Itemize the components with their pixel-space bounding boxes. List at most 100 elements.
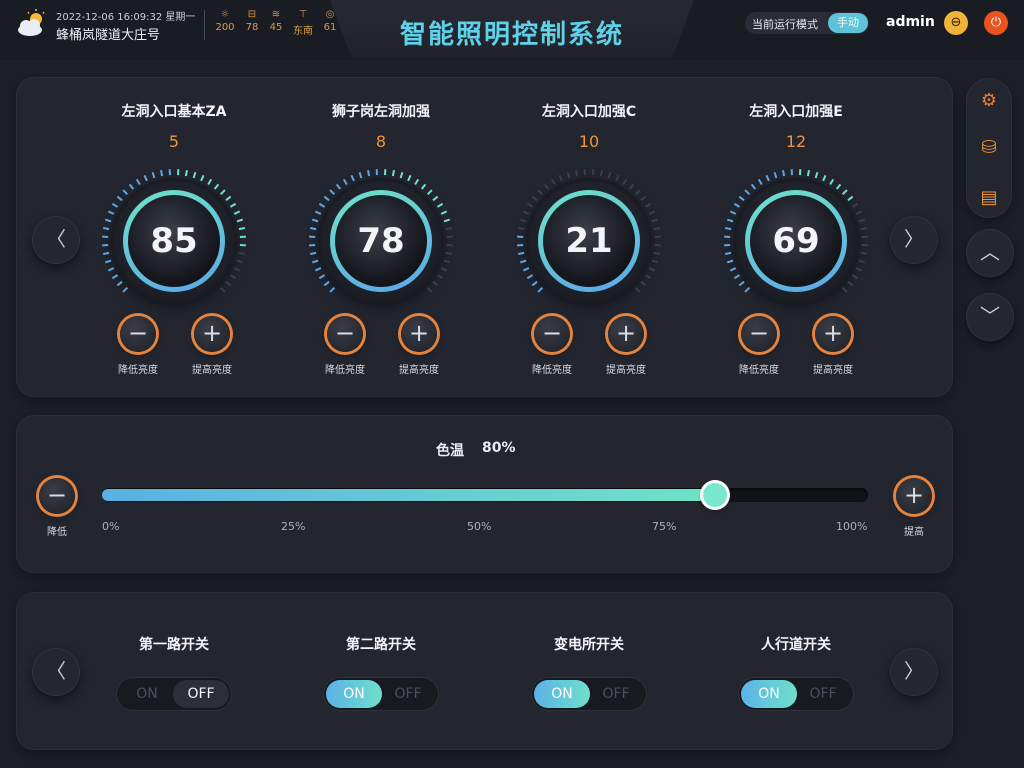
minus-icon: − bbox=[748, 319, 770, 347]
lamp-name: 狮子岗左洞加强 bbox=[332, 104, 430, 120]
brightness-value: 78 bbox=[357, 221, 405, 261]
env-illuminance: ☼ 200 bbox=[211, 8, 239, 33]
env-value: 东南 bbox=[293, 26, 313, 37]
chevron-up-icon: ︿ bbox=[980, 240, 1000, 264]
toggle-on-segment: ON bbox=[534, 680, 590, 708]
toggle-off-segment: OFF bbox=[173, 680, 229, 708]
decrease-brightness-button[interactable]: − bbox=[327, 316, 363, 352]
settings-button[interactable]: ⚙ bbox=[976, 88, 1002, 114]
decrease-label: 降低 bbox=[47, 527, 67, 538]
color-temp-slider-fill bbox=[102, 489, 715, 501]
decrease-color-temp-button[interactable]: − bbox=[39, 478, 75, 514]
lamp-prev-button[interactable]: 〈 bbox=[32, 216, 80, 264]
env-value: 78 bbox=[245, 22, 259, 33]
lock-button[interactable]: ⊖ bbox=[944, 11, 968, 35]
plus-icon: + bbox=[408, 319, 430, 347]
increase-brightness-button[interactable]: + bbox=[815, 316, 851, 352]
decrease-brightness-button[interactable]: − bbox=[534, 316, 570, 352]
weather-icon bbox=[14, 8, 50, 40]
lamp-number: 10 bbox=[578, 132, 600, 151]
color-temp-value: 80% bbox=[482, 440, 516, 456]
minus-icon: − bbox=[541, 319, 563, 347]
env-wind: ⊤ 东南 bbox=[289, 8, 317, 37]
decrease-brightness-button[interactable]: − bbox=[120, 316, 156, 352]
lamp-name: 左洞入口基本ZA bbox=[121, 104, 227, 120]
increase-label: 提高亮度 bbox=[813, 365, 853, 376]
plus-icon: + bbox=[615, 319, 637, 347]
log-button[interactable]: ▤ bbox=[976, 185, 1002, 211]
lamp-next-button[interactable]: 〉 bbox=[890, 216, 938, 264]
power-button[interactable]: ⏻ bbox=[984, 11, 1008, 35]
page-title: 智能照明控制系统 bbox=[399, 20, 624, 50]
switch-panel bbox=[16, 592, 953, 750]
env-value: 45 bbox=[269, 22, 283, 33]
database-icon: ⛁ bbox=[981, 137, 997, 158]
lamp-number: 12 bbox=[785, 132, 807, 151]
decrease-label: 降低亮度 bbox=[739, 365, 779, 376]
switch-next-button[interactable]: 〉 bbox=[890, 648, 938, 696]
minus-icon: − bbox=[127, 319, 149, 347]
humidity-icon: ≋ bbox=[271, 9, 281, 20]
toggle-on-segment: ON bbox=[741, 680, 797, 708]
increase-brightness-button[interactable]: + bbox=[401, 316, 437, 352]
switch-name: 第一路开关 bbox=[139, 637, 209, 653]
switch-name: 变电所开关 bbox=[554, 637, 624, 653]
brightness-value: 69 bbox=[772, 221, 820, 261]
axis-label: 0% bbox=[102, 520, 120, 533]
axis-label: 100% bbox=[836, 520, 868, 533]
toggle-off-segment: OFF bbox=[809, 686, 837, 702]
chevron-left-icon: 〈 bbox=[46, 227, 66, 251]
minus-icon: − bbox=[334, 319, 356, 347]
brightness-value: 21 bbox=[565, 221, 613, 261]
plus-icon: + bbox=[201, 319, 223, 347]
switch-toggle-2[interactable]: ON OFF bbox=[323, 677, 439, 711]
brightness-value: 85 bbox=[150, 221, 198, 261]
brightness-dial: 69 bbox=[736, 181, 856, 301]
chevron-left-icon: 〈 bbox=[46, 659, 66, 683]
toggle-on-segment: ON bbox=[326, 680, 382, 708]
increase-brightness-button[interactable]: + bbox=[608, 316, 644, 352]
chevron-right-icon: 〉 bbox=[904, 227, 924, 251]
increase-color-temp-button[interactable]: + bbox=[896, 478, 932, 514]
switch-toggle-3[interactable]: ON OFF bbox=[531, 677, 647, 711]
plus-icon: + bbox=[822, 319, 844, 347]
chevron-down-icon: ﹀ bbox=[980, 304, 1000, 328]
location-text: 蜂桶岚隧道大庄号 bbox=[56, 28, 161, 43]
scroll-down-button[interactable]: ﹀ bbox=[966, 293, 1014, 341]
increase-brightness-button[interactable]: + bbox=[194, 316, 230, 352]
power-icon: ⏻ bbox=[990, 15, 1002, 30]
toggle-off-segment: OFF bbox=[602, 686, 630, 702]
mode-label: 当前运行模式 bbox=[752, 18, 818, 31]
toggle-off-segment: OFF bbox=[394, 686, 422, 702]
brightness-dial: 85 bbox=[114, 181, 234, 301]
lamp-number: 8 bbox=[375, 132, 387, 151]
chevron-right-icon: 〉 bbox=[904, 659, 924, 683]
brightness-dial: 78 bbox=[321, 181, 441, 301]
scroll-up-button[interactable]: ︿ bbox=[966, 229, 1014, 277]
lamp-number: 5 bbox=[168, 132, 180, 151]
color-temp-label: 色温 bbox=[436, 443, 464, 459]
mode-badge[interactable]: 手动 bbox=[828, 13, 868, 33]
axis-label: 25% bbox=[281, 520, 306, 533]
document-icon: ▤ bbox=[980, 187, 998, 208]
increase-label: 提高 bbox=[904, 527, 924, 538]
database-button[interactable]: ⛁ bbox=[976, 135, 1002, 161]
increase-label: 提高亮度 bbox=[399, 365, 439, 376]
wind-direction-icon: ⊤ bbox=[298, 9, 308, 20]
username[interactable]: admin bbox=[886, 14, 935, 30]
lamp-name: 左洞入口加强C bbox=[541, 104, 637, 120]
color-temp-slider-thumb[interactable] bbox=[702, 483, 727, 507]
header-divider bbox=[204, 10, 205, 40]
increase-label: 提高亮度 bbox=[606, 365, 646, 376]
sun-icon: ☼ bbox=[220, 9, 230, 20]
switch-toggle-4[interactable]: ON OFF bbox=[738, 677, 854, 711]
env-value: 200 bbox=[215, 22, 235, 33]
decrease-label: 降低亮度 bbox=[118, 365, 158, 376]
brightness-dial: 21 bbox=[529, 181, 649, 301]
switch-name: 第二路开关 bbox=[346, 637, 416, 653]
decrease-brightness-button[interactable]: − bbox=[741, 316, 777, 352]
switch-name: 人行道开关 bbox=[761, 637, 831, 653]
switch-prev-button[interactable]: 〈 bbox=[32, 648, 80, 696]
lamp-name: 左洞入口加强E bbox=[749, 104, 843, 120]
switch-toggle-1[interactable]: ON OFF bbox=[116, 677, 232, 711]
